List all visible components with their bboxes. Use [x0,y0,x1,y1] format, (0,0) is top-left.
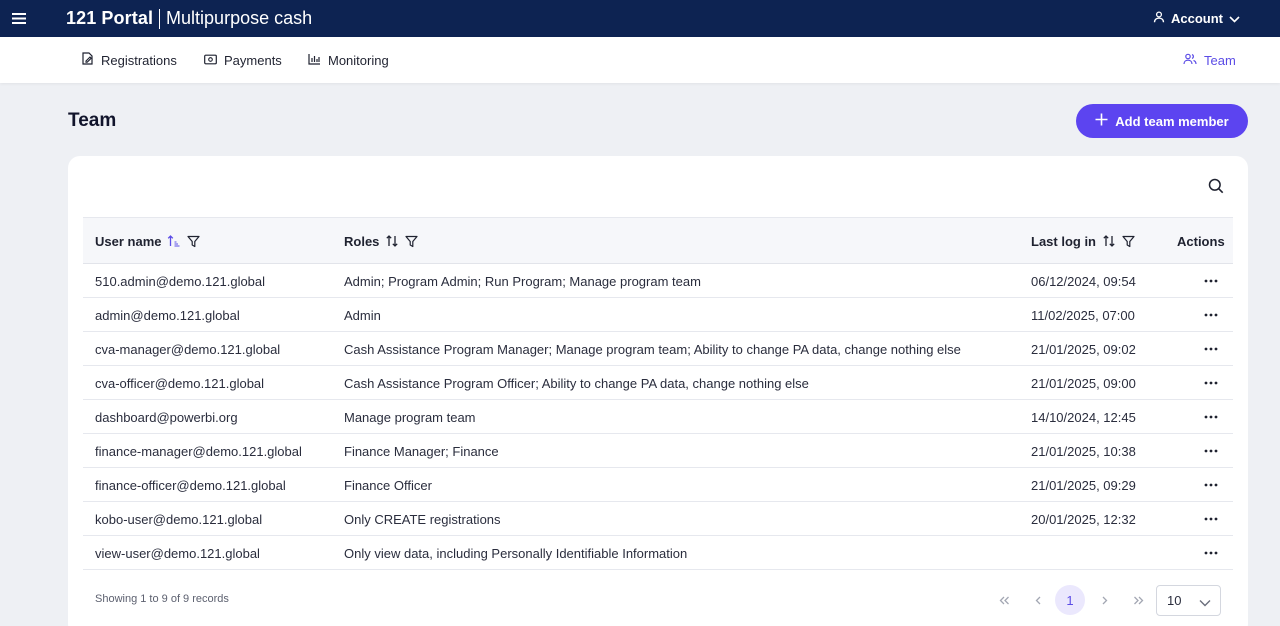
more-icon[interactable] [1203,468,1219,502]
next-page-icon[interactable] [1094,585,1114,615]
nav-monitoring[interactable]: Monitoring [308,37,389,83]
filter-icon[interactable] [187,235,201,248]
brand-title[interactable]: 121 Portal [66,8,153,29]
more-icon[interactable] [1203,502,1219,536]
cell-last-login: 21/01/2025, 09:02 [1031,341,1136,357]
page-number-button[interactable]: 1 [1055,585,1085,615]
program-name: Multipurpose cash [166,8,313,28]
cell-user-name: finance-manager@demo.121.global [95,443,302,459]
more-icon[interactable] [1203,332,1219,366]
team-table-card: User name Roles Last log in Actions 510.… [68,156,1248,626]
cell-roles: Finance Manager; Finance [344,443,499,459]
column-roles-label: Roles [344,233,380,249]
first-page-icon[interactable] [994,585,1014,615]
payments-icon [204,53,217,68]
cell-last-login: 20/01/2025, 12:32 [1031,511,1136,527]
nav-payments-label: Payments [224,52,282,68]
more-icon[interactable] [1203,536,1219,570]
chevron-down-icon [1229,11,1240,26]
more-icon[interactable] [1203,298,1219,332]
nav-registrations[interactable]: Registrations [81,37,177,83]
column-last-login-label: Last log in [1031,233,1096,249]
plus-icon [1095,113,1108,129]
sort-icon[interactable] [1102,234,1116,248]
rows-per-page-select[interactable]: 10 [1156,585,1221,616]
table-row: view-user@demo.121.global Only view data… [83,536,1233,570]
registrations-icon [81,52,94,68]
cell-user-name: cva-manager@demo.121.global [95,341,281,357]
table-row: 510.admin@demo.121.global Admin; Program… [83,264,1233,298]
cell-user-name: finance-officer@demo.121.global [95,477,286,493]
cell-user-name: cva-officer@demo.121.global [95,375,265,391]
user-icon [1153,11,1165,26]
table-row: dashboard@powerbi.org Manage program tea… [83,400,1233,434]
cell-last-login: 11/02/2025, 07:00 [1031,307,1135,323]
table-row: cva-manager@demo.121.global Cash Assista… [83,332,1233,366]
column-header-roles[interactable]: Roles [344,218,419,264]
cell-last-login: 06/12/2024, 09:54 [1031,273,1136,289]
table-row: cva-officer@demo.121.global Cash Assista… [83,366,1233,400]
table-header: User name Roles Last log in Actions [83,217,1233,264]
column-header-user-name[interactable]: User name [95,218,201,264]
prev-page-icon[interactable] [1028,585,1048,615]
menu-icon[interactable] [8,8,30,30]
nav-payments[interactable]: Payments [204,37,282,83]
filter-icon[interactable] [1122,235,1135,248]
nav-monitoring-label: Monitoring [328,52,389,68]
monitoring-icon [308,53,321,68]
cell-user-name: kobo-user@demo.121.global [95,511,263,527]
team-icon [1183,53,1197,68]
nav-team[interactable]: Team [1183,37,1236,83]
account-label: Account [1171,11,1223,26]
column-header-actions: Actions [1177,218,1225,264]
cell-user-name: 510.admin@demo.121.global [95,273,266,289]
column-actions-label: Actions [1177,233,1225,249]
brand-divider [159,8,161,29]
cell-user-name: admin@demo.121.global [95,307,240,323]
program-navigation: Registrations Payments Monitoring Team [0,37,1280,83]
cell-roles: Only CREATE registrations [344,511,501,527]
cell-last-login: 14/10/2024, 12:45 [1031,409,1136,425]
cell-roles: Finance Officer [344,477,432,493]
cell-roles: Cash Assistance Program Manager; Manage … [344,341,961,357]
nav-team-label: Team [1204,52,1236,68]
table-row: finance-manager@demo.121.global Finance … [83,434,1233,468]
chevron-down-icon [1199,595,1211,610]
filter-icon[interactable] [405,235,419,248]
cell-roles: Admin; Program Admin; Run Program; Manag… [344,273,701,289]
cell-roles: Only view data, including Personally Ide… [344,545,688,561]
more-icon[interactable] [1203,434,1219,468]
nav-registrations-label: Registrations [101,52,177,68]
table-row: finance-officer@demo.121.global Finance … [83,468,1233,502]
cell-last-login: 21/01/2025, 10:38 [1031,443,1136,459]
top-header: 121 Portal Multipurpose cash Account [0,0,1280,37]
sort-icon[interactable] [385,234,399,248]
last-page-icon[interactable] [1128,585,1148,615]
account-menu-button[interactable]: Account [1153,0,1240,37]
search-icon[interactable] [1208,178,1226,196]
add-team-member-label: Add team member [1115,113,1229,129]
cell-last-login: 21/01/2025, 09:00 [1031,375,1136,391]
cell-roles: Admin [344,307,381,323]
column-header-last-login[interactable]: Last log in [1031,218,1135,264]
cell-roles: Cash Assistance Program Officer; Ability… [344,375,809,391]
cell-roles: Manage program team [344,409,476,425]
page-title: Team [68,110,117,131]
table-row: kobo-user@demo.121.global Only CREATE re… [83,502,1233,536]
table-row: admin@demo.121.global Admin 11/02/2025, … [83,298,1233,332]
cell-user-name: view-user@demo.121.global [95,545,260,561]
more-icon[interactable] [1203,400,1219,434]
rows-per-page-value: 10 [1167,593,1182,608]
records-summary: Showing 1 to 9 of 9 records [95,593,229,605]
more-icon[interactable] [1203,264,1219,298]
sort-asc-icon[interactable] [167,234,181,248]
cell-user-name: dashboard@powerbi.org [95,409,238,425]
cell-last-login: 21/01/2025, 09:29 [1031,477,1136,493]
more-icon[interactable] [1203,366,1219,400]
add-team-member-button[interactable]: Add team member [1076,104,1248,138]
column-user-name-label: User name [95,233,162,249]
